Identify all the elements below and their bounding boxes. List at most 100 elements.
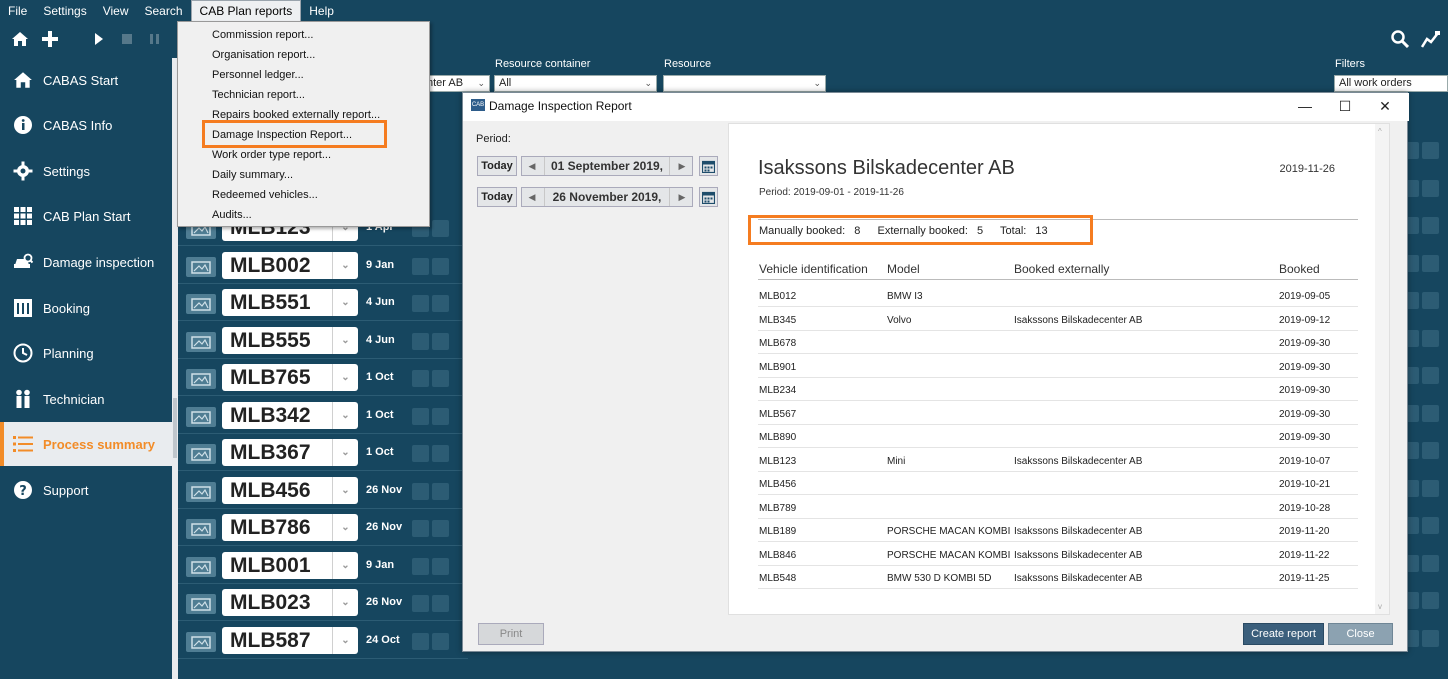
menu-settings[interactable]: Settings bbox=[35, 0, 94, 22]
sidebar-item-cabas-info[interactable]: CABAS Info bbox=[0, 103, 172, 147]
status-square[interactable] bbox=[1422, 329, 1439, 347]
license-plate[interactable]: MLB551 ⌄ bbox=[222, 289, 358, 316]
license-plate[interactable]: MLB765 ⌄ bbox=[222, 364, 358, 391]
license-plate[interactable]: MLB002 ⌄ bbox=[222, 251, 358, 279]
prev-arrow-icon[interactable]: ◀ bbox=[522, 188, 542, 206]
chevron-down-icon[interactable]: ⌄ bbox=[332, 551, 358, 579]
chevron-down-icon[interactable]: ⌄ bbox=[332, 364, 358, 391]
car-photo-icon[interactable] bbox=[186, 631, 216, 652]
car-photo-icon[interactable] bbox=[186, 594, 216, 614]
scrollbar-thumb[interactable] bbox=[173, 398, 177, 458]
status-square[interactable] bbox=[432, 595, 449, 612]
status-square[interactable] bbox=[1422, 554, 1439, 572]
car-photo-icon[interactable] bbox=[186, 406, 216, 427]
menu-cab-plan-reports[interactable]: CAB Plan reports bbox=[190, 0, 302, 22]
resource-select[interactable]: ⌄ bbox=[663, 75, 826, 92]
license-plate[interactable]: MLB342 ⌄ bbox=[222, 401, 358, 429]
status-square[interactable] bbox=[432, 445, 449, 462]
status-square[interactable] bbox=[432, 220, 449, 237]
status-square[interactable] bbox=[412, 332, 429, 350]
sidebar-item-cabas-start[interactable]: CABAS Start bbox=[0, 58, 172, 102]
table-row[interactable]: MLB456 ⌄ 26 Nov bbox=[178, 473, 468, 509]
status-square[interactable] bbox=[412, 482, 429, 500]
status-square[interactable] bbox=[412, 595, 429, 612]
status-square[interactable] bbox=[432, 482, 449, 500]
menu-item-commission-report[interactable]: Commission report... bbox=[212, 25, 313, 45]
status-square[interactable] bbox=[1422, 629, 1439, 647]
car-photo-icon[interactable] bbox=[186, 294, 216, 314]
menu-item-daily-summary[interactable]: Daily summary... bbox=[212, 165, 293, 185]
next-arrow-icon[interactable]: ▶ bbox=[672, 188, 692, 206]
status-square[interactable] bbox=[412, 520, 429, 537]
status-square[interactable] bbox=[1422, 442, 1439, 459]
filters-select[interactable]: All work orders bbox=[1334, 75, 1448, 92]
status-square[interactable] bbox=[1422, 217, 1439, 234]
status-square[interactable] bbox=[432, 257, 449, 275]
report-scrollbar[interactable]: ^ v bbox=[1375, 124, 1389, 614]
chevron-down-icon[interactable]: ⌄ bbox=[332, 401, 358, 429]
license-plate[interactable]: MLB786 ⌄ bbox=[222, 514, 358, 541]
sidebar-item-booking[interactable]: Booking bbox=[0, 286, 172, 330]
search-icon[interactable] bbox=[1390, 29, 1410, 49]
sidebar-item-technician[interactable]: Technician bbox=[0, 377, 172, 421]
create-report-button[interactable]: Create report bbox=[1243, 623, 1324, 645]
status-square[interactable] bbox=[432, 520, 449, 537]
menu-item-organisation-report[interactable]: Organisation report... bbox=[212, 45, 315, 65]
status-square[interactable] bbox=[1422, 367, 1439, 384]
chevron-down-icon[interactable]: ⌄ bbox=[332, 476, 358, 504]
car-photo-icon[interactable] bbox=[186, 444, 216, 464]
plus-icon[interactable] bbox=[40, 30, 60, 48]
status-square[interactable] bbox=[1422, 254, 1439, 272]
status-square[interactable] bbox=[1422, 592, 1439, 609]
status-square[interactable] bbox=[1422, 142, 1439, 159]
status-square[interactable] bbox=[432, 295, 449, 312]
status-square[interactable] bbox=[1422, 292, 1439, 309]
chevron-down-icon[interactable]: ⌄ bbox=[332, 326, 358, 354]
license-plate[interactable]: MLB023 ⌄ bbox=[222, 589, 358, 616]
minimize-icon[interactable]: — bbox=[1285, 95, 1325, 117]
calendar-icon[interactable] bbox=[699, 156, 718, 176]
status-square[interactable] bbox=[432, 332, 449, 350]
maximize-icon[interactable]: ☐ bbox=[1325, 95, 1365, 117]
menu-item-audits[interactable]: Audits... bbox=[212, 205, 252, 225]
close-button[interactable]: Close bbox=[1328, 623, 1393, 645]
play-icon[interactable] bbox=[92, 32, 106, 46]
scroll-up-icon[interactable]: ^ bbox=[1378, 127, 1382, 136]
table-row[interactable]: MLB765 ⌄ 1 Oct bbox=[178, 360, 468, 396]
menu-search[interactable]: Search bbox=[137, 0, 191, 22]
status-square[interactable] bbox=[432, 407, 449, 425]
car-photo-icon[interactable] bbox=[186, 256, 216, 277]
table-row[interactable]: MLB367 ⌄ 1 Oct bbox=[178, 435, 468, 471]
menu-item-personnel-ledger[interactable]: Personnel ledger... bbox=[212, 65, 304, 85]
sidebar-item-process-summary[interactable]: Process summary bbox=[0, 422, 172, 466]
status-square[interactable] bbox=[412, 370, 429, 387]
car-photo-icon[interactable] bbox=[186, 556, 216, 577]
table-row[interactable]: MLB555 ⌄ 4 Jun bbox=[178, 323, 468, 359]
chevron-down-icon[interactable]: ⌄ bbox=[332, 514, 358, 541]
menu-file[interactable]: File bbox=[0, 0, 35, 22]
status-square[interactable] bbox=[412, 445, 429, 462]
status-square[interactable] bbox=[1422, 479, 1439, 497]
organisation-select[interactable]: nter AB ⌄ bbox=[422, 75, 490, 92]
table-row[interactable]: MLB002 ⌄ 9 Jan bbox=[178, 248, 468, 284]
chart-icon[interactable] bbox=[1420, 29, 1442, 49]
menu-item-work-order-type-report[interactable]: Work order type report... bbox=[212, 145, 331, 165]
chevron-down-icon[interactable]: ⌄ bbox=[332, 439, 358, 466]
chevron-down-icon[interactable]: ⌄ bbox=[332, 289, 358, 316]
to-date-field[interactable]: ◀ 26 November 2019, ▶ bbox=[521, 187, 693, 207]
print-button[interactable]: Print bbox=[478, 623, 544, 645]
pause-icon[interactable] bbox=[148, 32, 162, 46]
next-arrow-icon[interactable]: ▶ bbox=[672, 157, 692, 175]
sidebar-item-settings[interactable]: Settings bbox=[0, 149, 172, 193]
status-square[interactable] bbox=[432, 557, 449, 575]
table-row[interactable]: MLB023 ⌄ 26 Nov bbox=[178, 585, 468, 621]
car-photo-icon[interactable] bbox=[186, 519, 216, 539]
license-plate[interactable]: MLB555 ⌄ bbox=[222, 326, 358, 354]
status-square[interactable] bbox=[432, 370, 449, 387]
home-icon[interactable] bbox=[10, 30, 30, 48]
prev-arrow-icon[interactable]: ◀ bbox=[522, 157, 542, 175]
sidebar-item-damage-inspection[interactable]: Damage inspection bbox=[0, 240, 172, 284]
status-square[interactable] bbox=[412, 557, 429, 575]
license-plate[interactable]: MLB367 ⌄ bbox=[222, 439, 358, 466]
status-square[interactable] bbox=[412, 295, 429, 312]
